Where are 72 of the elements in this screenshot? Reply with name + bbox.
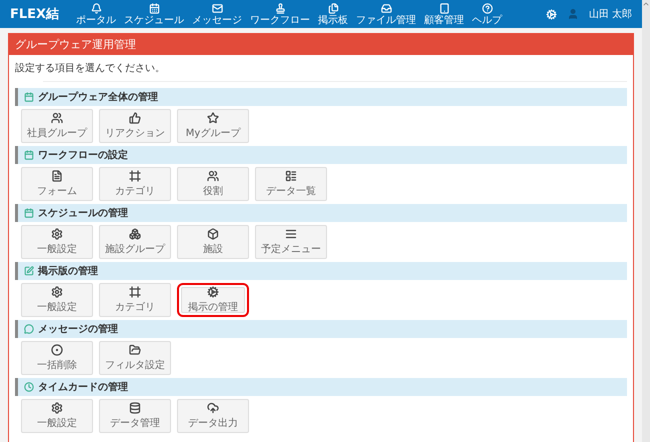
calendar-icon [24, 150, 34, 160]
nav-item[interactable]: ヘルプ [469, 2, 506, 26]
logo[interactable]: FLEX結 [10, 5, 60, 23]
cubes-icon [129, 228, 141, 240]
user-name[interactable]: 山田 太郎 [588, 7, 632, 21]
nav-item[interactable]: ワークフロー [247, 2, 314, 26]
settings-icon [51, 402, 63, 414]
edit-icon [24, 266, 34, 276]
setting-tile[interactable]: カテゴリ [99, 167, 171, 201]
setting-tile[interactable]: 一般設定 [21, 225, 93, 259]
thumbs-up-icon [129, 112, 141, 124]
envelope-icon [212, 2, 223, 14]
setting-tile[interactable]: 施設グループ [99, 225, 171, 259]
scroll-up-icon[interactable] [642, 0, 650, 8]
star-icon [207, 112, 219, 124]
setting-tile[interactable]: データ管理 [99, 399, 171, 433]
nav-item[interactable]: 掲示板 [315, 2, 352, 26]
nav-item[interactable]: メッセージ [189, 2, 246, 26]
frame-icon [129, 170, 141, 182]
database-icon [129, 402, 141, 414]
calendar-icon [24, 208, 34, 218]
section-title: 掲示版の管理 [38, 264, 98, 278]
setting-tile[interactable]: 一般設定 [21, 399, 93, 433]
stamp-icon [274, 2, 286, 14]
setting-tile[interactable]: フォーム [21, 167, 93, 201]
section-title: タイムカードの管理 [38, 380, 128, 394]
user-icon [566, 8, 579, 20]
cube-icon [207, 228, 219, 240]
setting-tile[interactable]: Myグループ [177, 109, 249, 143]
section-title: ワークフローの設定 [38, 148, 128, 162]
help-icon [482, 2, 493, 14]
setting-tile[interactable]: カテゴリ [99, 283, 171, 317]
lines-icon [285, 228, 297, 240]
scrollbar[interactable] [642, 0, 650, 442]
setting-tile[interactable]: 施設 [177, 225, 249, 259]
list-icon [285, 170, 297, 182]
tray-icon [380, 2, 392, 14]
setting-tile[interactable]: フィルタ設定 [99, 341, 171, 375]
document-icon [51, 170, 63, 182]
speech-bubble-icon [24, 324, 34, 334]
section-title: グループウェア全体の管理 [38, 90, 158, 104]
setting-tile[interactable]: 予定メニュー [255, 225, 327, 259]
section-title: スケジュールの管理 [38, 206, 128, 220]
setting-tile[interactable]: リアクション [99, 109, 171, 143]
bell-icon [90, 2, 102, 14]
nav-item[interactable]: 顧客管理 [421, 2, 468, 26]
target-icon [51, 344, 63, 356]
section-title: メッセージの管理 [38, 322, 118, 336]
documents-icon [328, 2, 339, 14]
setting-tile[interactable]: データ出力 [177, 399, 249, 433]
panel-title: グループウェア運用管理 [9, 34, 633, 55]
nav-item[interactable]: ポータル [73, 2, 120, 26]
nav-item[interactable]: ファイル管理 [353, 2, 420, 26]
settings-icon [51, 286, 63, 298]
setting-tile[interactable]: 役割 [177, 167, 249, 201]
clock-icon [24, 382, 34, 392]
calendar-icon [148, 2, 160, 14]
intro-text: 設定する項目を選んでください。 [15, 62, 166, 75]
setting-tile[interactable]: データ一覧 [255, 167, 327, 201]
nav-item[interactable]: スケジュール [121, 2, 188, 26]
folder-icon [129, 344, 141, 356]
setting-tile[interactable]: 社員グループ [21, 109, 93, 143]
cloud-upload-icon [207, 402, 219, 414]
setting-tile[interactable]: 一括削除 [21, 341, 93, 375]
tablet-icon [438, 2, 450, 14]
settings-icon [51, 228, 63, 240]
setting-tile[interactable]: 一般設定 [21, 283, 93, 317]
people-icon [51, 112, 63, 124]
people-icon [207, 170, 219, 182]
frame-icon [129, 286, 141, 298]
calendar-icon [24, 92, 34, 102]
setting-tile[interactable]: 掲示の管理 [177, 283, 249, 317]
